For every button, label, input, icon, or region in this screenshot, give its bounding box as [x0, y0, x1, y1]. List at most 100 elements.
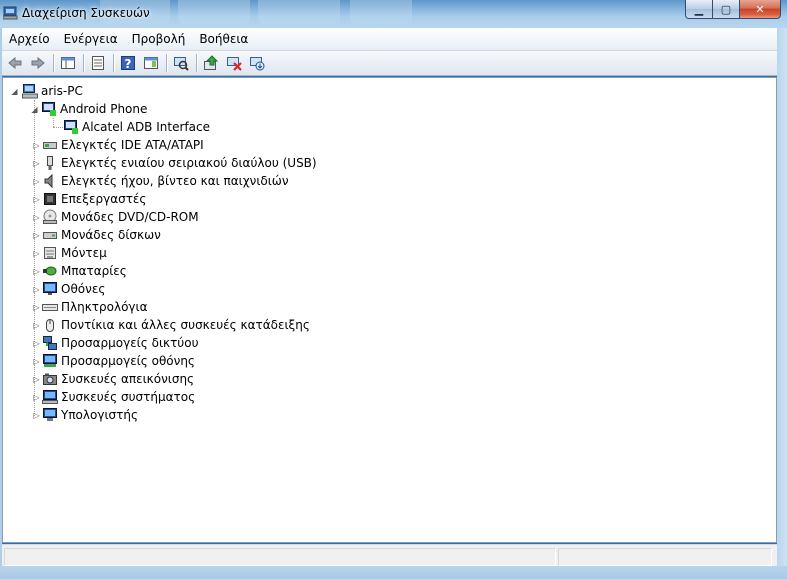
tree-node-label: Συσκευές απεικόνισης	[61, 372, 195, 386]
minimize-button[interactable]: ▁	[685, 0, 713, 19]
scan-hardware-button[interactable]	[170, 52, 192, 74]
collapse-arrow-icon[interactable]: ◢	[9, 87, 20, 96]
computer-icon	[43, 408, 57, 421]
tree-node-keyboards[interactable]: ▷ Πληκτρολόγια	[31, 298, 148, 316]
tree-node-label: Υπολογιστής	[61, 408, 138, 422]
disable-device-button[interactable]	[223, 52, 245, 74]
help-button[interactable]: ?	[117, 52, 139, 74]
expand-arrow-icon[interactable]: ▷	[31, 249, 42, 258]
tree-node-alcatel-adb[interactable]: Alcatel ADB Interface	[63, 118, 210, 136]
tree-root-label: aris-PC	[41, 84, 83, 98]
expand-arrow-icon[interactable]: ▷	[31, 339, 42, 348]
status-pane	[4, 548, 556, 566]
tree-node-label: Επεξεργαστές	[61, 192, 147, 206]
expand-arrow-icon[interactable]: ▷	[31, 285, 42, 294]
collapse-arrow-icon[interactable]: ◢	[29, 105, 40, 114]
back-icon	[8, 56, 22, 70]
title-bar: Διαχείριση Συσκευών ▁ ▢ ✕	[0, 0, 787, 28]
toolbar: ?	[2, 51, 777, 76]
status-pane	[558, 548, 772, 566]
keyboard-icon	[42, 304, 58, 311]
device-manager-icon	[3, 6, 18, 20]
tree-node-label: Προσαρμογείς οθόνης	[61, 354, 195, 368]
tree-node-monitors[interactable]: ▷ Οθόνες	[31, 280, 105, 298]
tree-node-label: Μπαταρίες	[61, 264, 127, 278]
adb-interface-icon	[64, 120, 78, 134]
disk-drive-icon	[43, 232, 57, 239]
update-driver-icon	[204, 55, 219, 70]
tree-node-processors[interactable]: ▷ Επεξεργαστές	[31, 190, 146, 208]
menu-view[interactable]: Προβολή	[125, 28, 193, 50]
minimize-icon: ▁	[694, 2, 704, 16]
toolbar-separator	[53, 54, 54, 72]
tree-node-android-phone[interactable]: ◢ Android Phone	[29, 100, 147, 118]
tree-node-ide-controllers[interactable]: ▷ Ελεγκτές IDE ATA/ATAPI	[31, 136, 203, 154]
tree-node-disk-drives[interactable]: ▷ Μονάδες δίσκων	[31, 226, 161, 244]
close-button[interactable]: ✕	[739, 0, 781, 19]
expand-arrow-icon[interactable]: ▷	[31, 159, 42, 168]
properties-button[interactable]	[87, 52, 109, 74]
expand-arrow-icon[interactable]: ▷	[31, 177, 42, 186]
uninstall-device-button[interactable]	[246, 52, 268, 74]
tree-node-imaging-devices[interactable]: ▷ Συσκευές απεικόνισης	[31, 370, 194, 388]
expand-arrow-icon[interactable]: ▷	[31, 213, 42, 222]
tree-node-dvd-cdrom[interactable]: ▷ Μονάδες DVD/CD-ROM	[31, 208, 199, 226]
expand-arrow-icon[interactable]: ▷	[31, 375, 42, 384]
menu-help[interactable]: Βοήθεια	[192, 28, 255, 50]
maximize-button[interactable]: ▢	[712, 0, 740, 19]
menu-action[interactable]: Ενέργεια	[57, 28, 125, 50]
tree-connector	[53, 118, 54, 127]
tree-node-batteries[interactable]: ▷ Μπαταρίες	[31, 262, 127, 280]
console-tree-button[interactable]	[57, 52, 79, 74]
expand-arrow-icon[interactable]: ▷	[31, 231, 42, 240]
status-bar	[2, 544, 777, 567]
expand-arrow-icon[interactable]: ▷	[31, 303, 42, 312]
update-driver-button[interactable]	[200, 52, 222, 74]
background-taskbar-blur	[258, 0, 340, 24]
usb-icon	[47, 156, 53, 170]
tree-node-modems[interactable]: ▷ Μόντεμ	[31, 244, 106, 262]
display-adapter-icon	[43, 354, 57, 367]
tree-node-label: Alcatel ADB Interface	[82, 120, 210, 134]
expand-arrow-icon[interactable]: ▷	[31, 141, 42, 150]
tree-node-label: Πληκτρολόγια	[61, 300, 148, 314]
tree-node-mice[interactable]: ▷ Ποντίκια και άλλες συσκευές κατάδειξης	[31, 316, 310, 334]
close-icon: ✕	[755, 2, 765, 16]
tree-node-usb-controllers[interactable]: ▷ Ελεγκτές ενιαίου σειριακού διαύλου (US…	[31, 154, 317, 172]
forward-button[interactable]	[27, 52, 49, 74]
tree-node-label: Ελεγκτές ήχου, βίντεο και παιχνιδιών	[61, 174, 289, 188]
window-frame-right	[777, 28, 787, 579]
monitor-icon	[43, 282, 57, 295]
disable-device-icon	[227, 57, 242, 71]
toolbar-separator	[113, 54, 114, 72]
expand-arrow-icon[interactable]: ▷	[31, 195, 42, 204]
tree-connector	[53, 127, 63, 128]
tree-node-computer[interactable]: ▷ Υπολογιστής	[31, 406, 138, 424]
expand-arrow-icon[interactable]: ▷	[31, 393, 42, 402]
processor-icon	[44, 193, 56, 205]
back-button[interactable]	[4, 52, 26, 74]
tree-node-display-adapters[interactable]: ▷ Προσαρμογείς οθόνης	[31, 352, 195, 370]
menu-file[interactable]: Αρχείο	[2, 28, 57, 50]
speaker-icon	[44, 173, 53, 189]
tree-node-system-devices[interactable]: ▷ Συσκευές συστήματος	[31, 388, 195, 406]
expand-arrow-icon[interactable]: ▷	[31, 267, 42, 276]
tree-node-label: Μονάδες δίσκων	[61, 228, 161, 242]
ide-controller-icon	[43, 142, 57, 149]
tree-node-network-adapters[interactable]: ▷ Προσαρμογείς δικτύου	[31, 334, 199, 352]
tree-root-aris-pc[interactable]: ◢ aris-PC	[9, 82, 83, 100]
window-title: Διαχείριση Συσκευών	[22, 6, 150, 20]
system-devices-icon	[42, 390, 58, 404]
expand-arrow-icon[interactable]: ▷	[31, 357, 42, 366]
action-pane-button[interactable]	[140, 52, 162, 74]
tree-node-sound-controllers[interactable]: ▷ Ελεγκτές ήχου, βίντεο και παιχνιδιών	[31, 172, 289, 190]
device-tree-panel[interactable]: ◢ aris-PC ◢ Android Phone Alcatel ADB In…	[2, 77, 777, 543]
dvd-drive-icon	[43, 209, 57, 224]
properties-icon	[92, 56, 104, 70]
camera-icon	[43, 373, 57, 385]
expand-arrow-icon[interactable]: ▷	[31, 411, 42, 420]
help-icon: ?	[121, 56, 135, 71]
scan-hardware-icon	[174, 57, 189, 71]
background-taskbar-blur	[178, 0, 250, 24]
expand-arrow-icon[interactable]: ▷	[31, 321, 42, 330]
